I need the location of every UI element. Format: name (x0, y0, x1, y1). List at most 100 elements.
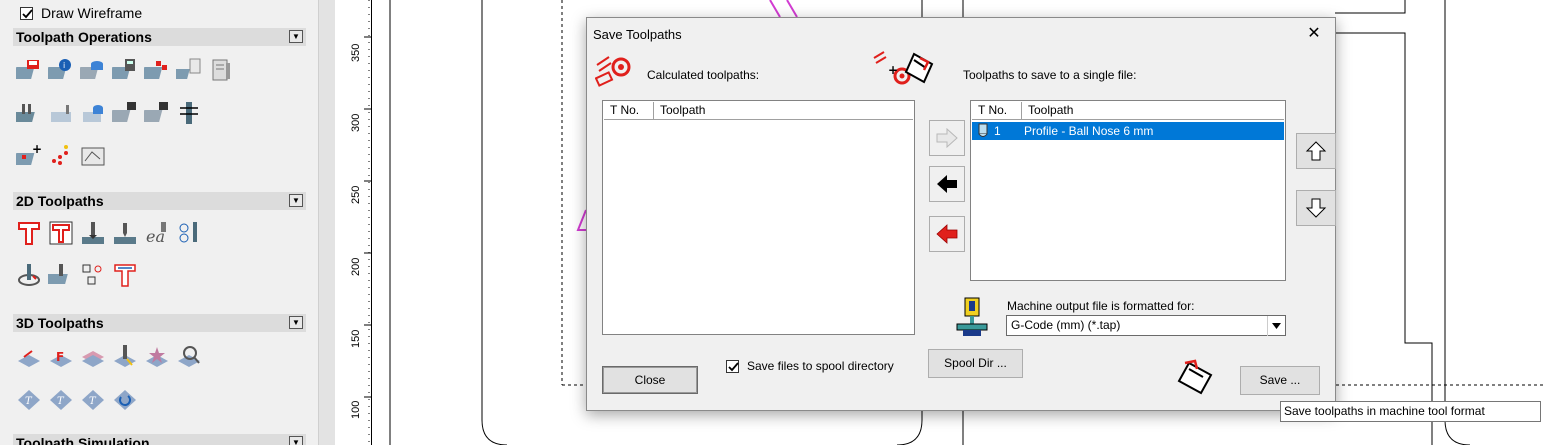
section-title: Toolpath Operations (16, 29, 152, 45)
drilling-toolpath-icon[interactable] (80, 220, 106, 246)
drill-pattern-icon[interactable] (48, 143, 74, 169)
texture-toolpath-icon[interactable] (80, 262, 106, 288)
move-down-button[interactable] (1296, 190, 1336, 226)
arrow-down-icon (1305, 198, 1327, 218)
moulding-toolpath-icon[interactable] (112, 262, 138, 288)
profile-toolpath-icon[interactable] (16, 220, 42, 246)
vcarve-toolpath-icon[interactable] (112, 220, 138, 246)
machine-format-value: G-Code (mm) (*.tap) (1011, 318, 1121, 332)
save-button[interactable]: Save ... (1240, 366, 1320, 395)
material-setup-icon[interactable] (48, 100, 74, 126)
calculated-toolpaths-list[interactable]: T No. Toolpath (602, 100, 915, 335)
toolpath-summary-icon[interactable]: i (48, 57, 74, 83)
3d-profile-t2-icon[interactable]: T (48, 387, 74, 413)
3d-roughing-icon[interactable] (16, 343, 42, 369)
dialog-title: Save Toolpaths (593, 27, 682, 42)
draw-wireframe-checkbox[interactable] (20, 6, 33, 20)
table-row[interactable]: 1 Profile - Ball Nose 6 mm (972, 122, 1284, 140)
arrow-left-icon (937, 175, 957, 193)
merge-toolpaths-icon[interactable] (144, 57, 170, 83)
toolpath-database-icon[interactable] (80, 57, 106, 83)
save-toolpaths-dialog: Save Toolpaths ✕ Calculated toolpaths: T… (586, 17, 1336, 411)
collapse-toggle-icon[interactable]: ▼ (289, 316, 303, 329)
arrow-left-red-icon (936, 224, 958, 244)
spool-directory-option[interactable]: Save files to spool directory (726, 359, 894, 373)
save-tooltip: Save toolpaths in machine tool format (1280, 401, 1541, 422)
section-toolpath-simulation[interactable]: Toolpath Simulation ▼ (13, 434, 306, 445)
spool-dir-button[interactable]: Spool Dir ... (928, 349, 1023, 378)
move-right-button[interactable] (929, 120, 965, 156)
svg-text:+: + (888, 63, 898, 77)
collapse-toggle-icon[interactable]: ▼ (289, 194, 303, 207)
save-toolpath-icon[interactable] (16, 57, 42, 83)
fluting-toolpath-icon[interactable] (16, 262, 42, 288)
column-tno[interactable]: T No. (604, 102, 654, 119)
column-toolpath[interactable]: Toolpath (654, 102, 913, 119)
column-toolpath[interactable]: Toolpath (1022, 102, 1284, 119)
3d-inspect-icon[interactable] (176, 343, 202, 369)
toolpath-operations-row-1: i (16, 57, 234, 83)
collapse-toggle-icon[interactable]: ▼ (289, 436, 303, 445)
3d-finishing-icon[interactable]: F (48, 343, 74, 369)
section-title: 2D Toolpaths (16, 193, 104, 209)
move-left-button[interactable] (929, 166, 965, 202)
draw-wireframe-label: Draw Wireframe (41, 5, 143, 21)
close-button[interactable]: Close (602, 366, 698, 394)
3d-rotary-icon[interactable] (112, 387, 138, 413)
toolpath-calculator-icon[interactable] (112, 57, 138, 83)
tool-wrap-icon[interactable] (176, 100, 202, 126)
remove-all-button[interactable] (929, 216, 965, 252)
drill-target-icon[interactable] (176, 220, 202, 246)
section-2d-toolpaths[interactable]: 2D Toolpaths ▼ (13, 192, 306, 210)
spool-directory-label: Save files to spool directory (747, 359, 894, 373)
row-toolpath-name: Profile - Ball Nose 6 mm (1024, 124, 1154, 138)
tool-database-icon[interactable] (80, 100, 106, 126)
save-toolpath-variant2-icon[interactable] (144, 100, 170, 126)
3d-profile-t-icon[interactable]: T (16, 387, 42, 413)
nesting-icon[interactable] (16, 100, 42, 126)
svg-text:i: i (63, 61, 65, 70)
svg-text:F: F (56, 350, 64, 364)
collapse-toggle-icon[interactable]: ▼ (289, 30, 303, 43)
close-icon[interactable]: ✕ (1303, 24, 1325, 44)
draw-wireframe-row[interactable]: Draw Wireframe (20, 5, 142, 21)
3d-profile-t3-icon[interactable]: T (80, 387, 106, 413)
arrow-right-icon (936, 128, 958, 148)
document-icon[interactable] (208, 57, 234, 83)
3d-toolpaths-row-1: F (16, 343, 202, 369)
2d-toolpaths-row-2 (16, 262, 138, 288)
spool-directory-checkbox[interactable] (726, 359, 739, 373)
save-toolpath-variant-icon[interactable] (112, 100, 138, 126)
ball-nose-tool-icon (978, 123, 988, 137)
column-tno[interactable]: T No. (972, 102, 1022, 119)
toolpath-operations-row-3: + (16, 143, 106, 169)
2d-toolpaths-row-1: ea (16, 220, 202, 246)
toolpath-operations-row-2 (16, 100, 202, 126)
engrave-text-icon[interactable]: ea (144, 220, 170, 246)
pocket-toolpath-icon[interactable] (48, 220, 74, 246)
section-title: 3D Toolpaths (16, 315, 104, 331)
3d-raster-icon[interactable] (80, 343, 106, 369)
section-toolpath-operations[interactable]: Toolpath Operations ▼ (13, 28, 306, 46)
list-header: T No. Toolpath (604, 102, 913, 120)
preview-icon[interactable] (80, 143, 106, 169)
row-tno: 1 (994, 124, 1001, 138)
toolbox-panel: Draw Wireframe Toolpath Operations ▼ i +… (0, 0, 318, 445)
move-up-button[interactable] (1296, 133, 1336, 169)
3d-profile-icon[interactable] (112, 343, 138, 369)
machine-format-label: Machine output file is formatted for: (1007, 299, 1195, 313)
panel-scrollbar[interactable] (318, 0, 335, 445)
arrow-up-icon (1305, 141, 1327, 161)
machine-format-select[interactable]: G-Code (mm) (*.tap) (1006, 315, 1286, 336)
toolpaths-to-save-label: Toolpaths to save to a single file: (963, 68, 1137, 82)
inlay-toolpath-icon[interactable] (48, 262, 74, 288)
chevron-down-icon[interactable] (1267, 316, 1285, 336)
toolpath-template-icon[interactable] (176, 57, 202, 83)
toolpaths-to-file-icon: + (873, 51, 934, 85)
list-header: T No. Toolpath (972, 102, 1284, 120)
section-3d-toolpaths[interactable]: 3D Toolpaths ▼ (13, 314, 306, 332)
section-title: Toolpath Simulation (16, 435, 150, 445)
3d-star-icon[interactable] (144, 343, 170, 369)
add-toolpath-icon[interactable]: + (16, 143, 42, 169)
toolpaths-to-save-list[interactable]: T No. Toolpath 1 Profile - Ball Nose 6 m… (970, 100, 1286, 281)
